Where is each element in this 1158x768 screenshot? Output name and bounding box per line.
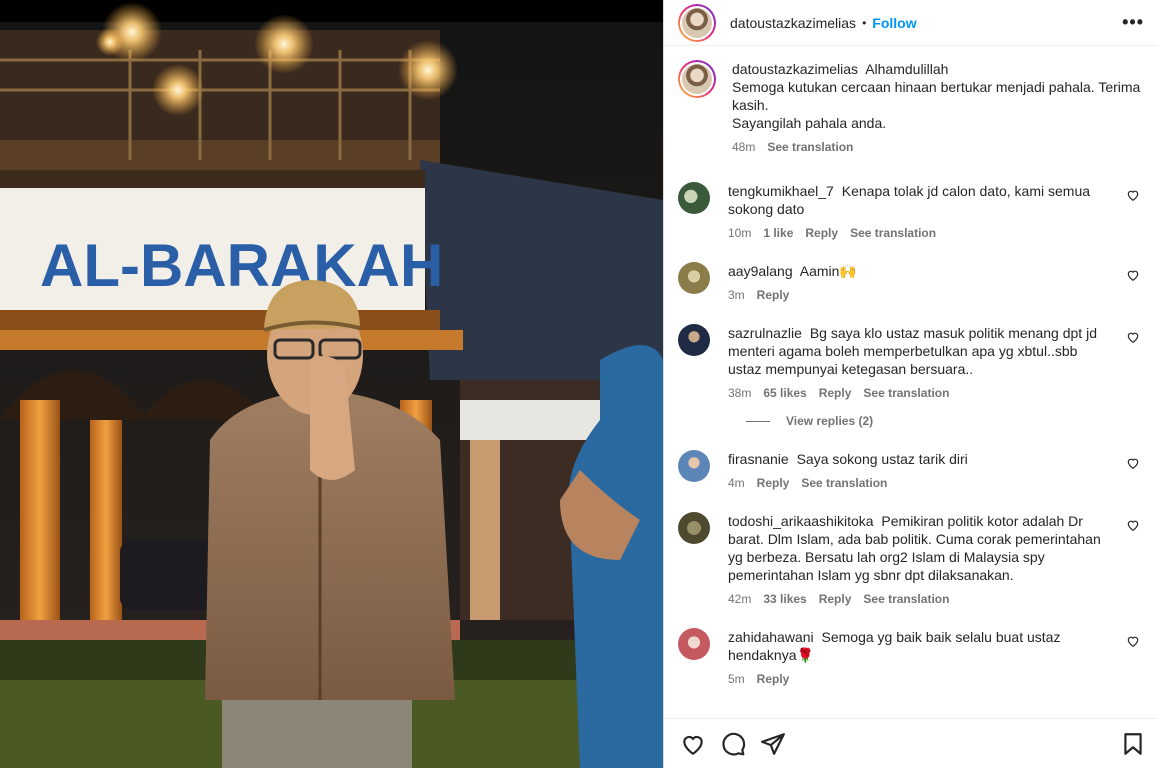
commenter-avatar[interactable] [678,628,710,660]
like-heart-icon[interactable] [1126,330,1140,344]
comment-time: 3m [728,288,745,302]
author-username[interactable]: datoustazkazimelias [730,15,856,31]
commenter-username[interactable]: aay9alang [728,263,793,279]
comment-item: aay9alang Aamin🙌 3m Reply [678,256,1144,318]
reply-button[interactable]: Reply [757,670,790,688]
commenter-username[interactable]: sazrulnazlie [728,325,802,341]
commenter-avatar[interactable] [678,182,710,214]
post-header: datoustazkazimelias • Follow ••• [664,0,1158,46]
like-heart-icon[interactable] [1126,188,1140,202]
see-translation-link[interactable]: See translation [767,138,853,156]
replies-divider [746,420,770,422]
comment-time: 42m [728,592,752,606]
reply-button[interactable]: Reply [805,224,838,242]
view-replies-label[interactable]: View replies (2) [786,414,873,428]
comment-item: todoshi_arikaashikitoka Pemikiran politi… [678,506,1144,622]
caption-avatar[interactable] [678,60,716,98]
comment-likes[interactable]: 1 like [763,224,793,242]
separator-dot: • [862,15,867,30]
comment-item: tengkumikhael_7 Kenapa tolak jd calon da… [678,176,1144,256]
caption-text: Alhamdulillah [865,61,949,77]
like-heart-icon[interactable] [1126,456,1140,470]
comments-scroll-area[interactable]: datoustazkazimelias Alhamdulillah Semoga… [664,46,1158,718]
commenter-avatar[interactable] [678,512,710,544]
reply-button[interactable]: Reply [819,590,852,608]
like-heart-icon[interactable] [1126,268,1140,282]
reply-button[interactable]: Reply [757,474,790,492]
bookmark-icon[interactable] [1120,731,1146,757]
more-options-icon[interactable]: ••• [1122,12,1144,33]
commenter-username[interactable]: tengkumikhael_7 [728,183,834,199]
see-translation-link[interactable]: See translation [863,590,949,608]
comment-likes[interactable]: 65 likes [763,384,806,402]
comment-time: 4m [728,476,745,490]
sign-text: AL-BARAKAH [40,232,443,299]
comment-item: firasnanie Saya sokong ustaz tarik diri … [678,444,1144,506]
instagram-post-window: AL-BARAKAH datoustazkazimelias • Follow … [0,0,1158,768]
like-heart-icon[interactable] [1126,634,1140,648]
view-replies-toggle[interactable]: View replies (2) [746,414,1144,428]
commenter-username[interactable]: firasnanie [728,451,789,467]
caption-line-3: Sayangilah pahala anda. [732,115,887,131]
caption-line-2: Semoga kutukan cercaan hinaan bertukar m… [732,79,1141,113]
comment-text: Aamin🙌 [799,263,857,279]
post-photo[interactable]: AL-BARAKAH [0,0,663,768]
see-translation-link[interactable]: See translation [801,474,887,492]
comment-text: Saya sokong ustaz tarik diri [796,451,968,467]
commenter-avatar[interactable] [678,450,710,482]
caption-time: 48m [732,140,756,154]
post-action-bar [664,718,1158,768]
comment-time: 5m [728,672,745,686]
commenter-avatar[interactable] [678,262,710,294]
comment-time: 10m [728,226,752,240]
like-heart-icon[interactable] [1126,518,1140,532]
photo-illustration: AL-BARAKAH [0,0,663,768]
post-side-panel: datoustazkazimelias • Follow ••• datoust… [663,0,1158,768]
reply-button[interactable]: Reply [819,384,852,402]
like-heart-icon[interactable] [680,731,706,757]
commenter-avatar[interactable] [678,324,710,356]
comment-likes[interactable]: 33 likes [763,590,806,608]
reply-button[interactable]: Reply [757,286,790,304]
post-caption: datoustazkazimelias Alhamdulillah Semoga… [678,60,1144,176]
comment-time: 38m [728,386,752,400]
commenter-username[interactable]: todoshi_arikaashikitoka [728,513,874,529]
see-translation-link[interactable]: See translation [850,224,936,242]
follow-button[interactable]: Follow [872,15,916,31]
commenter-username[interactable]: zahidahawani [728,629,814,645]
author-avatar[interactable] [678,3,716,42]
caption-username[interactable]: datoustazkazimelias [732,61,858,77]
share-send-icon[interactable] [760,731,786,757]
comment-item: sazrulnazlie Bg saya klo ustaz masuk pol… [678,318,1144,416]
comment-item: zahidahawani Semoga yg baik baik selalu … [678,622,1144,702]
comment-bubble-icon[interactable] [720,731,746,757]
see-translation-link[interactable]: See translation [863,384,949,402]
